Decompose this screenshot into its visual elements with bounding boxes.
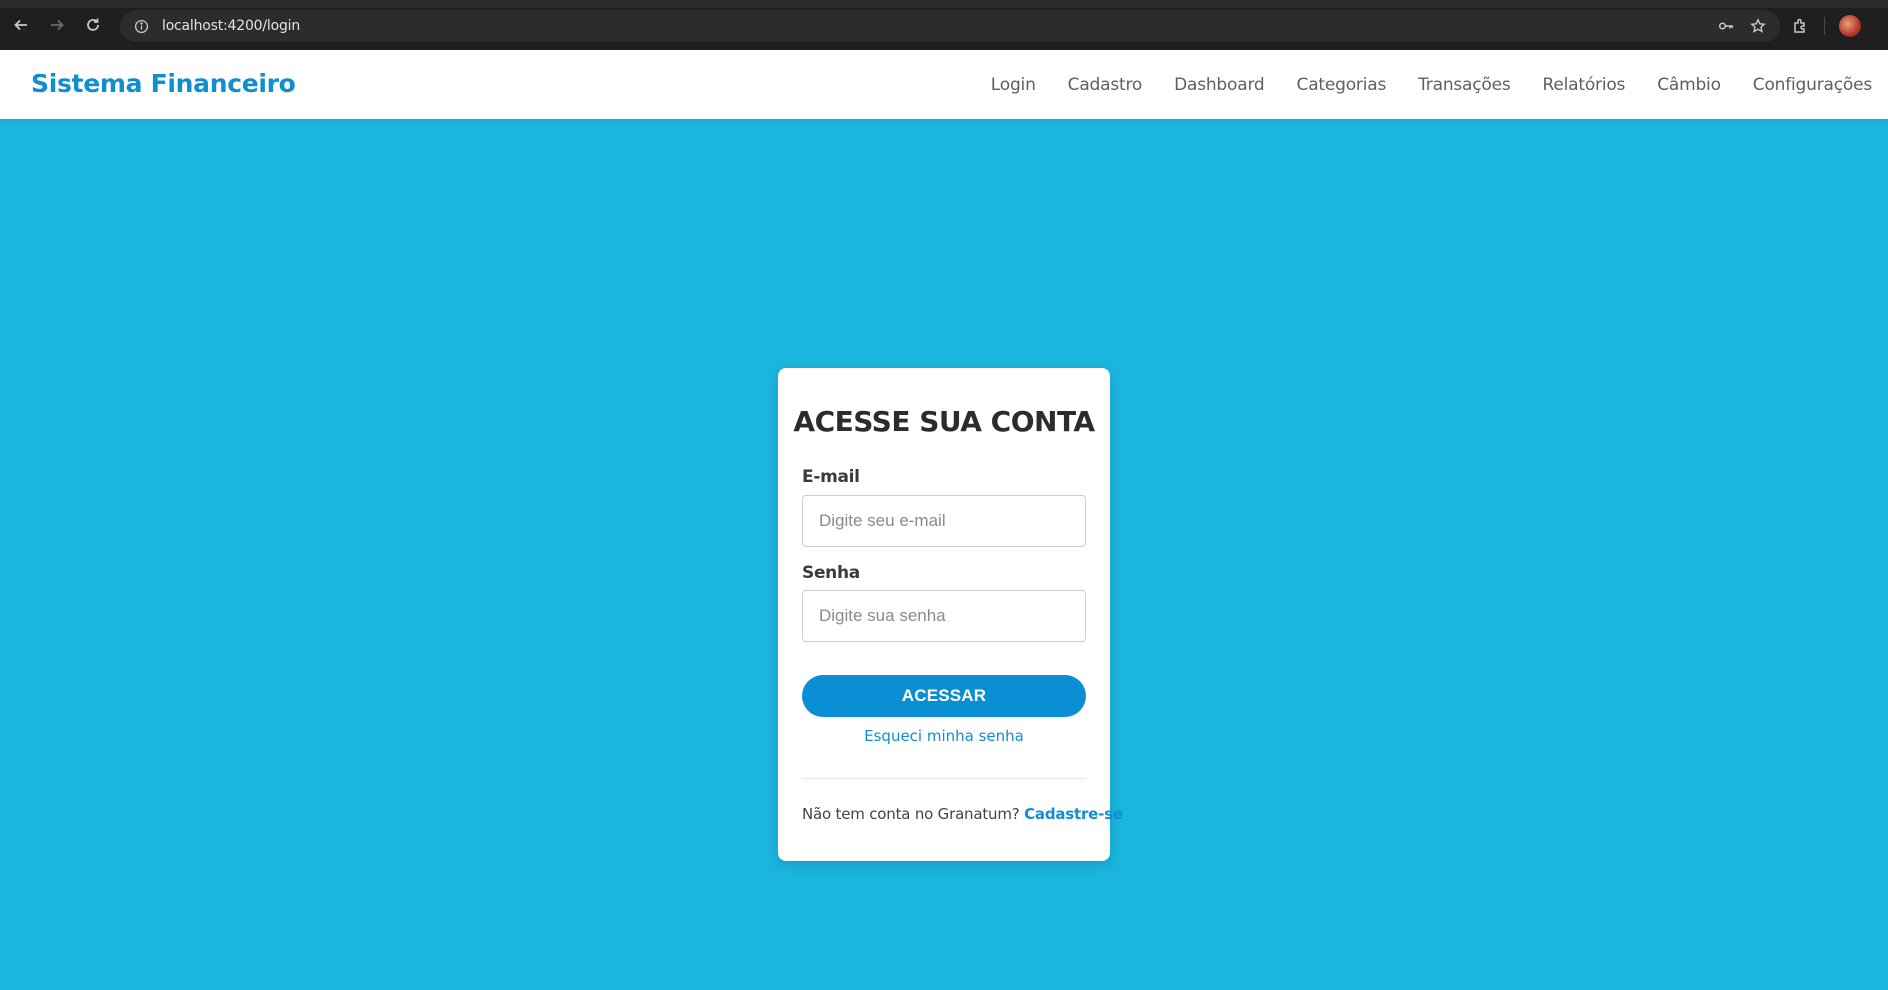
nav-categorias[interactable]: Categorias — [1297, 75, 1387, 95]
nav-cambio[interactable]: Câmbio — [1657, 75, 1721, 95]
login-card: ACESSE SUA CONTA E-mail Senha ACESSAR Es… — [778, 368, 1123, 861]
email-field[interactable] — [802, 495, 1086, 547]
signup-prompt: Não tem conta no Granatum? Cadastre-se — [802, 805, 1123, 823]
nav-transacoes[interactable]: Transações — [1418, 75, 1511, 95]
address-bar[interactable]: localhost:4200/login — [120, 10, 1780, 42]
reload-button[interactable] — [75, 7, 111, 43]
login-title: ACESSE SUA CONTA — [793, 405, 1095, 438]
url-text: localhost:4200/login — [162, 18, 301, 34]
star-icon[interactable] — [1750, 18, 1766, 34]
nav-dashboard[interactable]: Dashboard — [1174, 75, 1265, 95]
profile-avatar[interactable] — [1839, 15, 1861, 37]
email-label: E-mail — [802, 467, 860, 487]
toolbar-separator — [1824, 17, 1825, 35]
back-button[interactable] — [3, 7, 39, 43]
forgot-password-link[interactable]: Esqueci minha senha — [778, 727, 1110, 745]
divider — [802, 778, 1086, 779]
arrow-right-icon — [51, 19, 64, 31]
app-header: Sistema Financeiro Login Cadastro Dashbo… — [0, 50, 1888, 119]
submit-button[interactable]: ACESSAR — [802, 675, 1086, 717]
main-nav: Login Cadastro Dashboard Categorias Tran… — [959, 50, 1872, 119]
site-info-icon[interactable] — [126, 11, 156, 41]
reload-icon — [87, 18, 99, 31]
key-icon[interactable] — [1718, 18, 1734, 34]
no-account-text: Não tem conta no Granatum? — [802, 805, 1020, 823]
tab-strip — [0, 0, 1888, 8]
brand-logo[interactable]: Sistema Financeiro — [31, 69, 296, 98]
password-label: Senha — [802, 563, 860, 583]
extensions-icon[interactable] — [1792, 17, 1810, 35]
nav-configuracoes[interactable]: Configurações — [1753, 75, 1872, 95]
signup-link[interactable]: Cadastre-se — [1024, 805, 1123, 823]
nav-relatorios[interactable]: Relatórios — [1543, 75, 1626, 95]
browser-toolbar: localhost:4200/login — [0, 0, 1888, 50]
forward-button[interactable] — [39, 7, 75, 43]
nav-login[interactable]: Login — [991, 75, 1036, 95]
arrow-left-icon — [14, 19, 27, 31]
password-field[interactable] — [802, 590, 1086, 642]
nav-cadastro[interactable]: Cadastro — [1068, 75, 1143, 95]
